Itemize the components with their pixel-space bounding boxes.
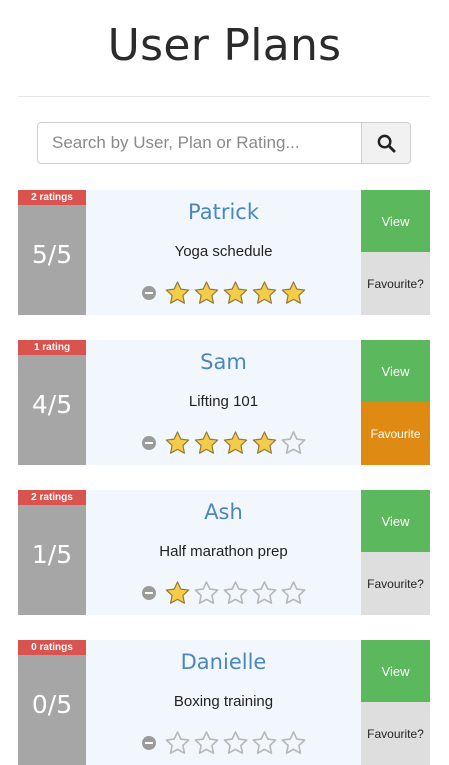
star-empty-icon[interactable] (222, 580, 249, 606)
plan-actions: View Favourite? (361, 640, 430, 765)
ratings-count-badge: 2 ratings (18, 190, 86, 205)
star-filled-icon[interactable] (164, 280, 191, 306)
star-filled-icon[interactable] (193, 430, 220, 456)
score-value: 4/5 (31, 390, 73, 419)
user-name[interactable]: Ash (86, 500, 361, 524)
plan-card: 1 rating 4/5 Sam Lifting 101 View Favour… (18, 340, 430, 465)
plan-card: 0 ratings 0/5 Danielle Boxing training V… (18, 640, 430, 765)
clear-rating-icon[interactable] (142, 436, 156, 450)
user-name[interactable]: Danielle (86, 650, 361, 674)
plan-info: Patrick Yoga schedule (86, 190, 361, 315)
star-filled-icon[interactable] (280, 280, 307, 306)
score-value: 5/5 (31, 240, 73, 269)
star-filled-icon[interactable] (193, 280, 220, 306)
search-icon (377, 134, 396, 153)
score-panel: 1 rating 4/5 (18, 340, 86, 465)
star-empty-icon[interactable] (193, 580, 220, 606)
star-rating[interactable] (142, 280, 309, 306)
plan-actions: View Favourite? (361, 490, 430, 615)
score-panel: 2 ratings 5/5 (18, 190, 86, 315)
page-title: User Plans (107, 20, 342, 71)
star-rating[interactable] (142, 430, 309, 456)
star-filled-icon[interactable] (164, 580, 191, 606)
star-filled-icon[interactable] (251, 280, 278, 306)
star-empty-icon[interactable] (280, 430, 307, 456)
star-filled-icon[interactable] (164, 430, 191, 456)
star-empty-icon[interactable] (193, 730, 220, 756)
clear-rating-icon[interactable] (142, 736, 156, 750)
score-panel: 2 ratings 1/5 (18, 490, 86, 615)
plan-name: Yoga schedule (174, 243, 273, 260)
view-button[interactable]: View (361, 490, 430, 552)
score-value: 1/5 (31, 540, 73, 569)
star-empty-icon[interactable] (222, 730, 249, 756)
favourite-button[interactable]: Favourite? (361, 702, 430, 765)
plan-actions: View Favourite (361, 340, 430, 465)
search-button[interactable] (362, 122, 411, 164)
score-value: 0/5 (31, 690, 73, 719)
plan-name: Half marathon prep (159, 543, 288, 560)
search-input[interactable] (37, 122, 363, 164)
plan-card: 2 ratings 1/5 Ash Half marathon prep Vie… (18, 490, 430, 615)
plan-name: Lifting 101 (188, 393, 259, 410)
view-button[interactable]: View (361, 340, 430, 402)
favourite-button[interactable]: Favourite? (361, 552, 430, 615)
plan-info: Danielle Boxing training (86, 640, 361, 765)
favourite-button[interactable]: Favourite (361, 402, 430, 465)
star-empty-icon[interactable] (164, 730, 191, 756)
favourite-button[interactable]: Favourite? (361, 252, 430, 315)
plan-card: 2 ratings 5/5 Patrick Yoga schedule View… (18, 190, 430, 315)
title-divider (18, 96, 430, 97)
star-filled-icon[interactable] (222, 430, 249, 456)
star-filled-icon[interactable] (251, 430, 278, 456)
plan-info: Sam Lifting 101 (86, 340, 361, 465)
star-empty-icon[interactable] (251, 580, 278, 606)
clear-rating-icon[interactable] (142, 286, 156, 300)
view-button[interactable]: View (361, 190, 430, 252)
star-rating[interactable] (142, 730, 309, 756)
ratings-count-badge: 1 rating (18, 340, 86, 355)
ratings-count-badge: 2 ratings (18, 490, 86, 505)
score-panel: 0 ratings 0/5 (18, 640, 86, 765)
plan-info: Ash Half marathon prep (86, 490, 361, 615)
ratings-count-badge: 0 ratings (18, 640, 86, 655)
search-bar (37, 122, 411, 164)
user-name[interactable]: Sam (86, 350, 361, 374)
user-name[interactable]: Patrick (86, 200, 361, 224)
view-button[interactable]: View (361, 640, 430, 702)
clear-rating-icon[interactable] (142, 586, 156, 600)
star-empty-icon[interactable] (280, 730, 307, 756)
star-empty-icon[interactable] (280, 580, 307, 606)
plan-actions: View Favourite? (361, 190, 430, 315)
star-empty-icon[interactable] (251, 730, 278, 756)
plan-name: Boxing training (173, 693, 274, 710)
star-rating[interactable] (142, 580, 309, 606)
star-filled-icon[interactable] (222, 280, 249, 306)
